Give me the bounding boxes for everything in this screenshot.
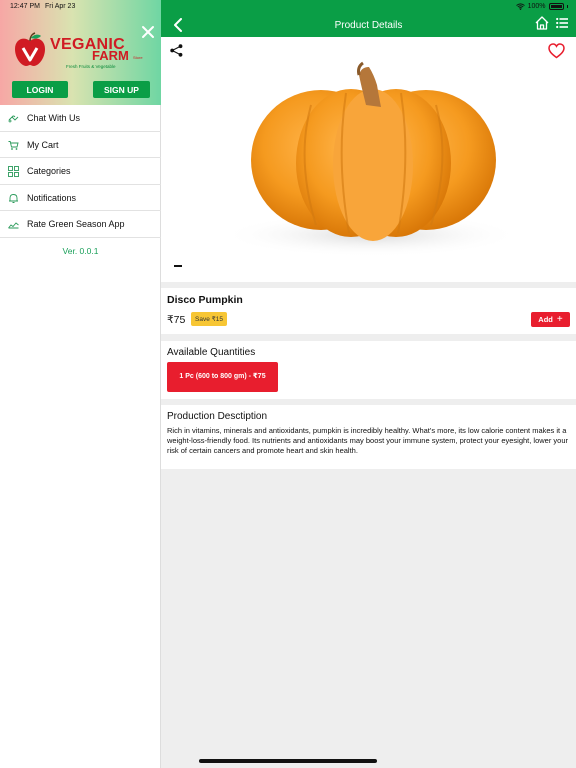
menu-item-categories[interactable]: Categories [0, 158, 161, 185]
zoom-out-icon[interactable] [174, 265, 182, 267]
add-to-cart-button[interactable]: Add + [531, 312, 570, 327]
product-summary-card: Disco Pumpkin ₹75 Save ₹15 Add + [161, 288, 576, 334]
save-badge: Save ₹15 [191, 312, 227, 326]
login-button[interactable]: LOGIN [12, 81, 68, 98]
heart-icon[interactable] [548, 43, 565, 59]
product-details-screen: Product Details Disco Pumpkin ₹75 Save ₹… [161, 0, 576, 768]
description-title: Production Desctiption [167, 411, 268, 422]
menu-item-label: My Cart [27, 139, 59, 150]
description-text: Rich in vitamins, minerals and antioxida… [167, 426, 569, 456]
status-right: 100% [515, 3, 568, 10]
battery-tip [566, 5, 568, 8]
menu-list-icon[interactable] [556, 17, 568, 29]
brand-sup: Store [133, 55, 143, 60]
status-time: 12:47 PM [10, 3, 40, 10]
menu-item-label: Chat With Us [27, 113, 81, 123]
menu-item-cart[interactable]: My Cart [0, 132, 161, 158]
add-button-label: Add [538, 315, 553, 324]
brand-tagline: Fresh Fruits & Vegetable [66, 64, 116, 69]
menu-item-label: Notifications [27, 192, 77, 203]
side-drawer: VEGANIC FARM Store Fresh Fruits & Vegeta… [0, 0, 161, 768]
quantity-option-button[interactable]: 1 Pc (600 to 800 gm) - ₹75 [167, 362, 278, 392]
quantities-card: Available Quantities 1 Pc (600 to 800 gm… [161, 341, 576, 399]
battery-percent: 100% [527, 3, 546, 10]
apple-logo-icon [15, 32, 45, 66]
product-price: ₹75 [167, 314, 186, 326]
signup-button[interactable]: SIGN UP [93, 81, 150, 98]
brand-name-farm: FARM [92, 48, 129, 63]
bell-icon [9, 193, 18, 203]
menu-item-notifications[interactable]: Notifications [0, 185, 161, 211]
brand-logo: VEGANIC FARM Store Fresh Fruits & Vegeta… [12, 30, 152, 70]
product-image-area [161, 37, 576, 282]
product-name: Disco Pumpkin [167, 294, 243, 306]
pumpkin-image [221, 61, 521, 257]
menu-item-label: Categories [27, 166, 71, 176]
categories-icon [8, 166, 19, 177]
drawer-menu: Chat With Us My Cart Categories Notifica… [0, 105, 161, 238]
menu-item-chat[interactable]: Chat With Us [0, 105, 161, 132]
description-card: Production Desctiption Rich in vitamins,… [161, 405, 576, 469]
plus-icon: + [556, 314, 563, 325]
cart-icon [8, 140, 19, 150]
close-icon[interactable] [141, 25, 155, 39]
app-version: Ver. 0.0.1 [62, 246, 99, 256]
battery-icon [548, 3, 564, 10]
status-date: Fri Apr 23 [45, 3, 76, 10]
chat-icon [8, 115, 19, 123]
rate-icon [8, 222, 19, 229]
drawer-header: VEGANIC FARM Store Fresh Fruits & Vegeta… [0, 0, 161, 105]
menu-item-rate[interactable]: Rate Green Season App [0, 211, 161, 238]
status-bar: 12:47 PM Fri Apr 23 100% [0, 0, 576, 13]
home-indicator[interactable] [199, 759, 377, 763]
share-icon[interactable] [170, 44, 183, 57]
wifi-icon [515, 3, 525, 10]
quantities-title: Available Quantities [167, 347, 256, 358]
menu-item-label: Rate Green Season App [27, 219, 125, 229]
page-title: Product Details [334, 20, 403, 31]
home-icon[interactable] [535, 16, 549, 30]
